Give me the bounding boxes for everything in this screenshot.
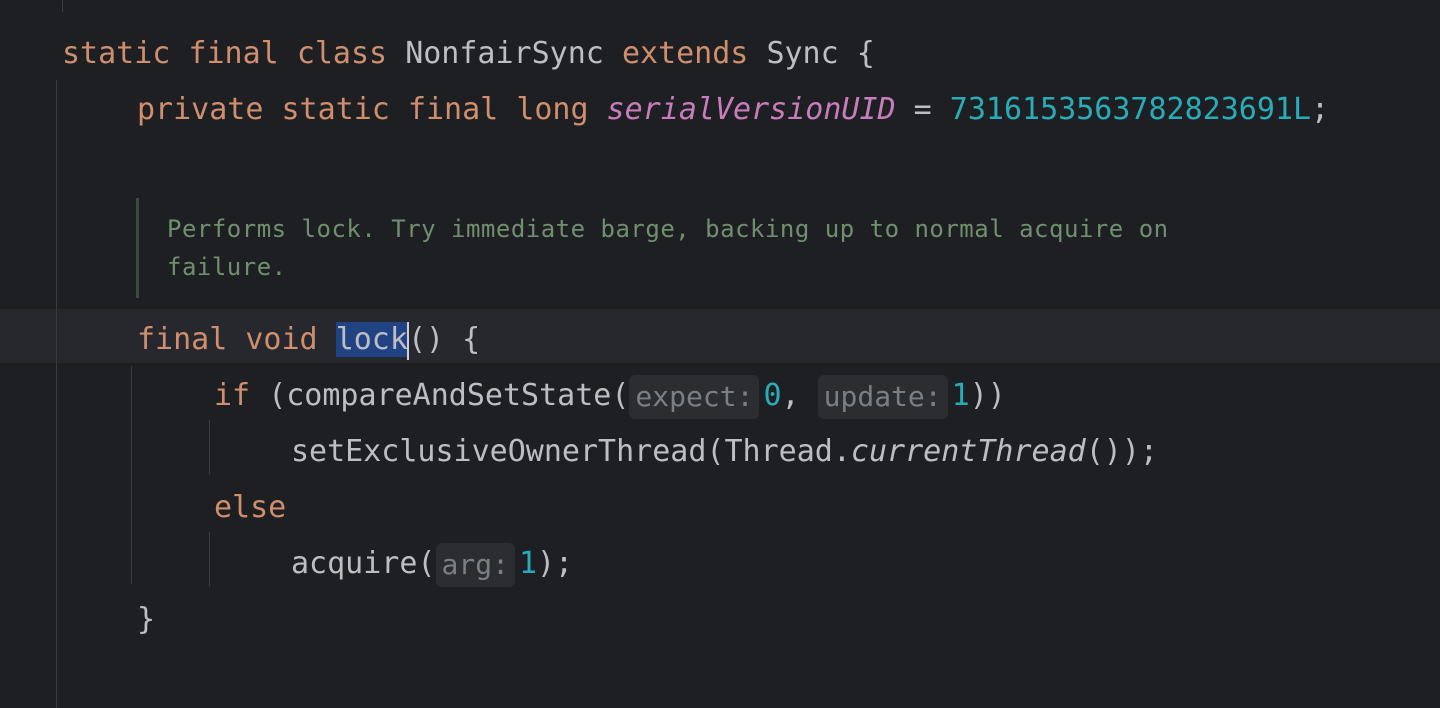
- operator: =: [913, 92, 932, 127]
- static-method-call[interactable]: currentThread: [851, 434, 1086, 469]
- parameter-hint: arg:: [435, 542, 515, 587]
- keyword: void: [245, 322, 318, 357]
- call-end: ());: [1085, 434, 1158, 469]
- code-line-close-brace[interactable]: }: [137, 592, 155, 648]
- keyword: long: [516, 92, 589, 127]
- field-name[interactable]: serialVersionUID: [607, 92, 896, 127]
- indent-guide: [62, 0, 63, 12]
- class-name[interactable]: NonfairSync: [405, 36, 604, 71]
- keyword: final: [137, 322, 228, 357]
- indent-guide: [209, 420, 210, 474]
- brace: {: [856, 36, 875, 71]
- keyword: extends: [621, 36, 749, 71]
- indent-guide: [56, 80, 57, 708]
- method-call[interactable]: acquire(: [291, 546, 436, 581]
- method-call[interactable]: (compareAndSetState(: [268, 378, 629, 413]
- indent-guide: [209, 532, 210, 586]
- number-literal: 0: [763, 378, 782, 413]
- code-line-method-declaration[interactable]: final void lock() {: [137, 312, 480, 368]
- keyword: else: [214, 490, 287, 525]
- comma: ,: [781, 378, 800, 413]
- parent-class-name[interactable]: Sync: [766, 36, 838, 71]
- number-literal: 1: [951, 378, 970, 413]
- code-line-else[interactable]: else: [214, 480, 286, 536]
- rendered-doc-comment[interactable]: Performs lock. Try immediate barge, back…: [136, 198, 1259, 298]
- code-line-class-declaration[interactable]: static final class NonfairSync extends S…: [62, 26, 875, 82]
- keyword: final: [407, 92, 499, 127]
- number-literal: 1: [518, 546, 537, 581]
- code-line-acquire[interactable]: acquire(arg: 1);: [291, 536, 573, 592]
- closing-parens: )): [969, 378, 1006, 413]
- code-line-if[interactable]: if (compareAndSetState(expect: 0, update:…: [214, 368, 1006, 424]
- number-literal: 7316153563782823691L: [949, 92, 1312, 127]
- keyword: private: [137, 92, 264, 127]
- keyword: if: [214, 378, 251, 413]
- code-line-field-declaration[interactable]: private static final long serialVersionU…: [137, 82, 1329, 138]
- method-call[interactable]: setExclusiveOwnerThread(Thread.: [291, 434, 851, 469]
- keyword: static: [62, 36, 171, 71]
- keyword: class: [296, 36, 388, 71]
- parameter-hint: expect:: [629, 374, 760, 419]
- code-editor[interactable]: static final class NonfairSync extends S…: [0, 0, 1440, 708]
- selected-method-name[interactable]: lock: [335, 322, 408, 357]
- indent-guide: [131, 366, 132, 584]
- keyword: static: [281, 92, 390, 127]
- method-signature-rest: () {: [407, 322, 481, 357]
- code-line-set-owner[interactable]: setExclusiveOwnerThread(Thread.currentTh…: [291, 424, 1158, 480]
- doc-comment-text: Performs lock. Try immediate barge, back…: [167, 215, 1169, 281]
- keyword: final: [188, 36, 279, 71]
- call-end: );: [537, 546, 574, 581]
- parameter-hint: update:: [817, 374, 948, 419]
- brace: }: [137, 602, 156, 637]
- semicolon: ;: [1311, 92, 1330, 127]
